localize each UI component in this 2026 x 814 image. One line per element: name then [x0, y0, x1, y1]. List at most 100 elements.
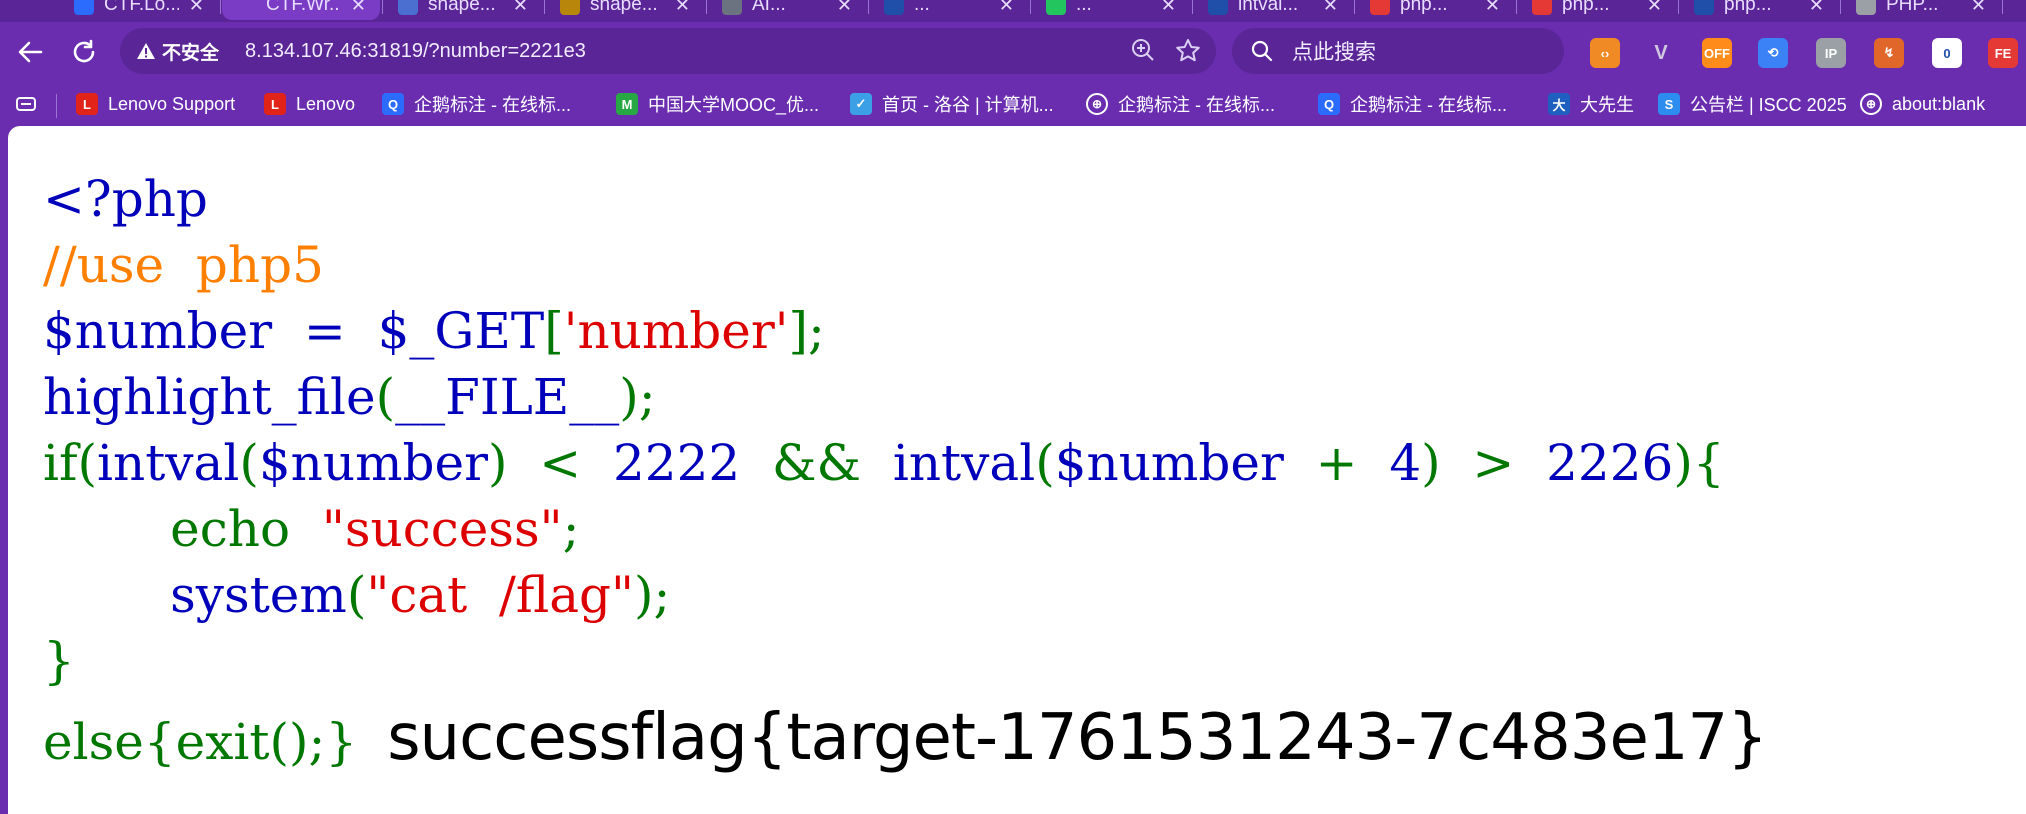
bookmark-item[interactable]: ⊕ 企鹅标注 - 在线标... — [1086, 90, 1275, 118]
browser-tab[interactable]: php... ✕ — [1518, 0, 1676, 20]
bookmark-label: about:blank — [1892, 93, 1986, 114]
close-tab-icon[interactable]: ✕ — [1485, 0, 1500, 16]
tab-divider — [868, 0, 869, 14]
tab-divider — [544, 0, 545, 14]
bookmark-item[interactable]: Q 企鹅标注 - 在线标... — [1318, 90, 1507, 118]
code-token: && — [772, 434, 893, 492]
close-tab-icon[interactable]: ✕ — [1971, 0, 1986, 16]
bookmark-label: Lenovo Support — [108, 93, 236, 114]
close-tab-icon[interactable]: ✕ — [1161, 0, 1176, 16]
code-token: intval — [97, 434, 240, 492]
zoom-icon[interactable] — [1130, 37, 1156, 63]
bookmark-item[interactable]: L Lenovo — [264, 90, 355, 118]
warning-icon — [137, 43, 155, 59]
close-tab-icon[interactable]: ✕ — [351, 0, 366, 16]
share-extension-icon[interactable]: ⟲ — [1758, 38, 1788, 68]
ip-extension-icon[interactable]: IP — [1816, 38, 1846, 68]
tab-favicon-icon — [398, 0, 418, 15]
close-tab-icon[interactable]: ✕ — [513, 0, 528, 16]
code-token: 2226 — [1546, 434, 1674, 492]
close-tab-icon[interactable]: ✕ — [1647, 0, 1662, 16]
bookmark-item[interactable]: 大大先生 — [1548, 90, 1634, 118]
search-box[interactable]: 点此搜索 — [1232, 28, 1564, 74]
bookmark-label: 企鹅标注 - 在线标... — [414, 95, 571, 115]
bookmark-item[interactable]: ⊕ about:blank — [1860, 90, 1985, 118]
search-icon — [1251, 40, 1273, 62]
back-button[interactable] — [8, 30, 52, 74]
tab-title: php... — [1562, 0, 1610, 15]
bookmark-star-icon[interactable] — [1174, 37, 1202, 65]
code-token: } — [43, 632, 75, 690]
arrow-extension-icon[interactable]: ↯ — [1874, 38, 1904, 68]
lenovo-icon: L — [264, 93, 286, 115]
toolbar: 不安全 8.134.107.46:31819/?number=2221e3 点此… — [0, 22, 2026, 82]
tab-title: ... — [914, 0, 930, 15]
luogu-icon: ✓ — [850, 93, 872, 115]
bookmark-item[interactable]: Q 企鹅标注 - 在线标... — [382, 90, 571, 118]
tab-title: shape... — [428, 0, 496, 15]
url-text[interactable]: 8.134.107.46:31819/?number=2221e3 — [245, 40, 586, 63]
fe-extension-icon[interactable]: FE — [1988, 38, 2018, 68]
tab-divider — [382, 0, 383, 14]
code-token: 4 — [1389, 434, 1422, 492]
close-tab-icon[interactable]: ✕ — [675, 0, 690, 16]
code-token: ; — [562, 500, 580, 558]
tab-title: intval... — [1238, 0, 1299, 15]
security-indicator[interactable]: 不安全 — [136, 38, 219, 65]
security-label: 不安全 — [162, 42, 220, 64]
code-token: system — [43, 566, 347, 624]
close-tab-icon[interactable]: ✕ — [837, 0, 852, 16]
tab-search-button[interactable] — [14, 90, 38, 118]
reload-button[interactable] — [62, 30, 106, 74]
browser-tab[interactable]: PHP... ✕ — [1842, 0, 2000, 20]
tab-favicon-icon — [722, 0, 742, 15]
tab-title: AI... — [752, 0, 786, 15]
browser-tab[interactable]: AI... ✕ — [708, 0, 866, 20]
bookmark-item[interactable]: ✓ 首页 - 洛谷 | 计算机... — [850, 90, 1054, 118]
code-token: ); — [634, 566, 671, 624]
code-token: $number — [1054, 434, 1316, 492]
browser-tab[interactable]: php... ✕ — [1680, 0, 1838, 20]
code-token: ) > — [1421, 434, 1547, 492]
browser-tab[interactable]: php... ✕ — [1356, 0, 1514, 20]
close-tab-icon[interactable]: ✕ — [1323, 0, 1338, 16]
search-placeholder: 点此搜索 — [1292, 41, 1376, 64]
bookmark-item[interactable]: S 公告栏 | ISCC 2025 — [1658, 90, 1847, 118]
browser-tab[interactable]: ... ✕ — [870, 0, 1028, 20]
close-tab-icon[interactable]: ✕ — [189, 0, 204, 16]
lenovo-icon: L — [76, 93, 98, 115]
browser-tab[interactable]: CTF.Wr... ✕ — [222, 0, 380, 20]
browser-tab[interactable]: shape... ✕ — [384, 0, 542, 20]
code-token: echo — [43, 500, 322, 558]
globe-icon: ⊕ — [1860, 93, 1882, 115]
close-tab-icon[interactable]: ✕ — [1809, 0, 1824, 16]
browser-tab[interactable]: intval... ✕ — [1194, 0, 1352, 20]
code-token: intval — [892, 434, 1036, 492]
bookmark-label: 企鹅标注 - 在线标... — [1350, 95, 1507, 115]
qr-extension-icon[interactable]: 0 — [1932, 38, 1962, 68]
browser-tab[interactable]: shape... ✕ — [546, 0, 704, 20]
code-token: highlight_file — [43, 368, 376, 426]
address-bar[interactable]: 不安全 8.134.107.46:31819/?number=2221e3 — [120, 28, 1216, 74]
browser-tab[interactable]: ... ✕ — [1032, 0, 1190, 20]
code-token: __FILE__ — [395, 368, 620, 426]
tab-title: shape... — [590, 0, 658, 15]
close-tab-icon[interactable]: ✕ — [999, 0, 1014, 16]
bookmark-label: 大先生 — [1580, 95, 1634, 115]
bookmark-item[interactable]: M 中国大学MOOC_优... — [616, 90, 819, 118]
code-token: ) < — [488, 434, 613, 492]
tab-divider — [1354, 0, 1355, 14]
code-token: ( — [375, 368, 396, 426]
bookmark-item[interactable]: L Lenovo Support — [76, 90, 235, 118]
tab-title: php... — [1724, 0, 1772, 15]
v-extension-icon[interactable]: V — [1646, 38, 1676, 68]
off-extension-icon[interactable]: OFF — [1702, 38, 1732, 68]
php-source-code: <?php//use php5 $number = $_GET['number']… — [43, 166, 1725, 694]
flag-output: successflag{target-1761531243-7c483e17} — [387, 701, 1768, 775]
orange-extension-icon[interactable]: ‹› — [1590, 38, 1620, 68]
code-token: ( — [346, 566, 367, 624]
tab-favicon-icon — [1856, 0, 1876, 15]
tab-divider — [706, 0, 707, 14]
browser-tab[interactable]: CTF.Lo... ✕ — [60, 0, 218, 20]
code-token: <?php — [43, 170, 208, 228]
